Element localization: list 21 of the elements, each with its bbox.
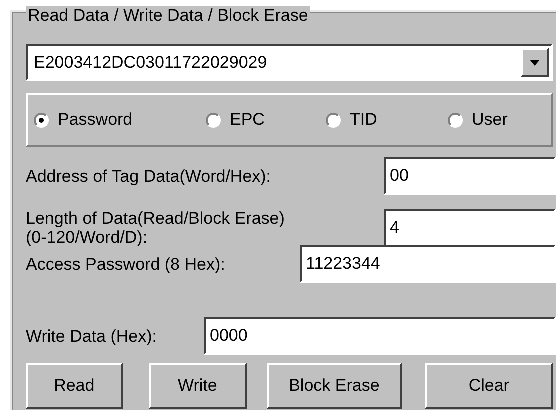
field-label: Length of Data(Read/Block Erase) (0-120/Word/D): — [26, 209, 285, 247]
radio-icon[interactable] — [326, 112, 341, 128]
tag-dropdown[interactable]: E2003412DC03011722029029 — [26, 44, 553, 81]
radio-icon[interactable] — [34, 112, 49, 128]
input-field[interactable]: 00 — [384, 157, 556, 195]
input-field[interactable]: 4 — [384, 209, 556, 247]
input-field[interactable]: 11223344 — [300, 245, 556, 283]
action-button[interactable]: Block Erase — [266, 363, 402, 409]
action-button[interactable]: Read — [26, 363, 123, 409]
memory-bank-radio[interactable]: TID — [326, 110, 448, 130]
radio-icon[interactable] — [206, 112, 221, 128]
action-button[interactable]: Write — [148, 363, 247, 409]
radio-icon[interactable] — [448, 112, 463, 128]
field-label: Access Password (8 Hex): — [26, 254, 226, 274]
memory-bank-radio[interactable]: Password — [34, 110, 206, 130]
action-button[interactable]: Clear — [425, 363, 553, 409]
field-label: Address of Tag Data(Word/Hex): — [26, 166, 272, 186]
memory-bank-radio[interactable]: EPC — [206, 110, 326, 130]
field-label: Write Data (Hex): — [26, 326, 157, 346]
input-field[interactable]: 0000 — [204, 317, 556, 355]
memory-bank-radio[interactable]: User — [448, 110, 508, 130]
